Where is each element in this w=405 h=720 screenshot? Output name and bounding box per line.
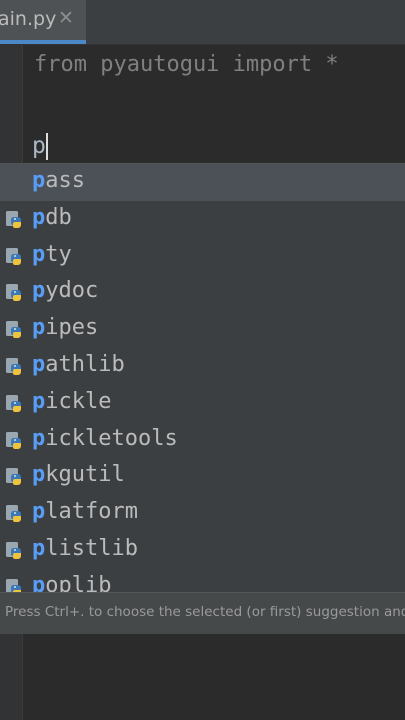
completion-item-pass[interactable]: pass <box>0 164 405 201</box>
completion-item-label: pass <box>32 168 85 193</box>
completion-item-pickletools[interactable]: pickletools <box>0 422 405 459</box>
python-module-icon <box>4 541 24 561</box>
completion-item-label: pickle <box>32 388 112 414</box>
completion-item-label: pickletools <box>32 425 178 451</box>
completion-item-label: poplib <box>32 572 112 592</box>
completion-item-label: pty <box>32 241 72 267</box>
tab-main-py[interactable]: ain.py ✕ <box>0 0 86 44</box>
completion-item-pickle[interactable]: pickle <box>0 385 405 422</box>
tab-label: ain.py <box>0 8 57 30</box>
completion-item-label: plistlib <box>32 536 138 561</box>
completion-item-pathlib[interactable]: pathlib <box>0 348 405 385</box>
completion-item-pdb[interactable]: pdb <box>0 201 405 238</box>
python-module-icon <box>4 394 24 414</box>
completion-item-label: platform <box>32 499 138 525</box>
completion-hint: Press Ctrl+. to choose the selected (or … <box>5 604 405 620</box>
completion-item-label: pipes <box>32 315 99 341</box>
python-module-icon <box>4 210 24 230</box>
python-module-icon <box>4 357 24 377</box>
python-module-icon <box>4 578 24 592</box>
python-module-icon <box>4 247 24 267</box>
active-tab-indicator <box>0 40 86 44</box>
completion-item-label: pdb <box>32 204 72 230</box>
code-line-import[interactable]: from pyautogui import * <box>34 52 339 77</box>
python-module-icon <box>4 431 24 451</box>
python-module-icon <box>4 467 24 487</box>
typed-text[interactable]: p <box>32 133 46 159</box>
completion-item-pkgutil[interactable]: pkgutil <box>0 458 405 495</box>
text-caret <box>46 133 48 160</box>
python-module-icon <box>4 320 24 340</box>
completion-item-label: pathlib <box>32 352 125 377</box>
completion-list: pass pdb pty pydoc pipes pathlib pickle picklet… <box>0 164 405 592</box>
python-module-icon <box>4 504 24 524</box>
completion-popup: pass pdb pty pydoc pipes pathlib pickle picklet… <box>0 163 405 634</box>
completion-item-pty[interactable]: pty <box>0 238 405 275</box>
completion-item-plistlib[interactable]: plistlib <box>0 532 405 569</box>
completion-hint-bar: Press Ctrl+. to choose the selected (or … <box>0 592 405 634</box>
completion-item-pipes[interactable]: pipes <box>0 311 405 348</box>
python-module-icon <box>4 283 24 303</box>
completion-item-label: pkgutil <box>32 462 125 488</box>
close-icon[interactable]: ✕ <box>58 7 74 29</box>
completion-item-poplib[interactable]: poplib <box>0 569 405 592</box>
completion-item-pydoc[interactable]: pydoc <box>0 274 405 311</box>
editor-tab-bar: ain.py ✕ <box>0 0 405 45</box>
completion-item-platform[interactable]: platform <box>0 495 405 532</box>
completion-item-label: pydoc <box>32 278 99 304</box>
